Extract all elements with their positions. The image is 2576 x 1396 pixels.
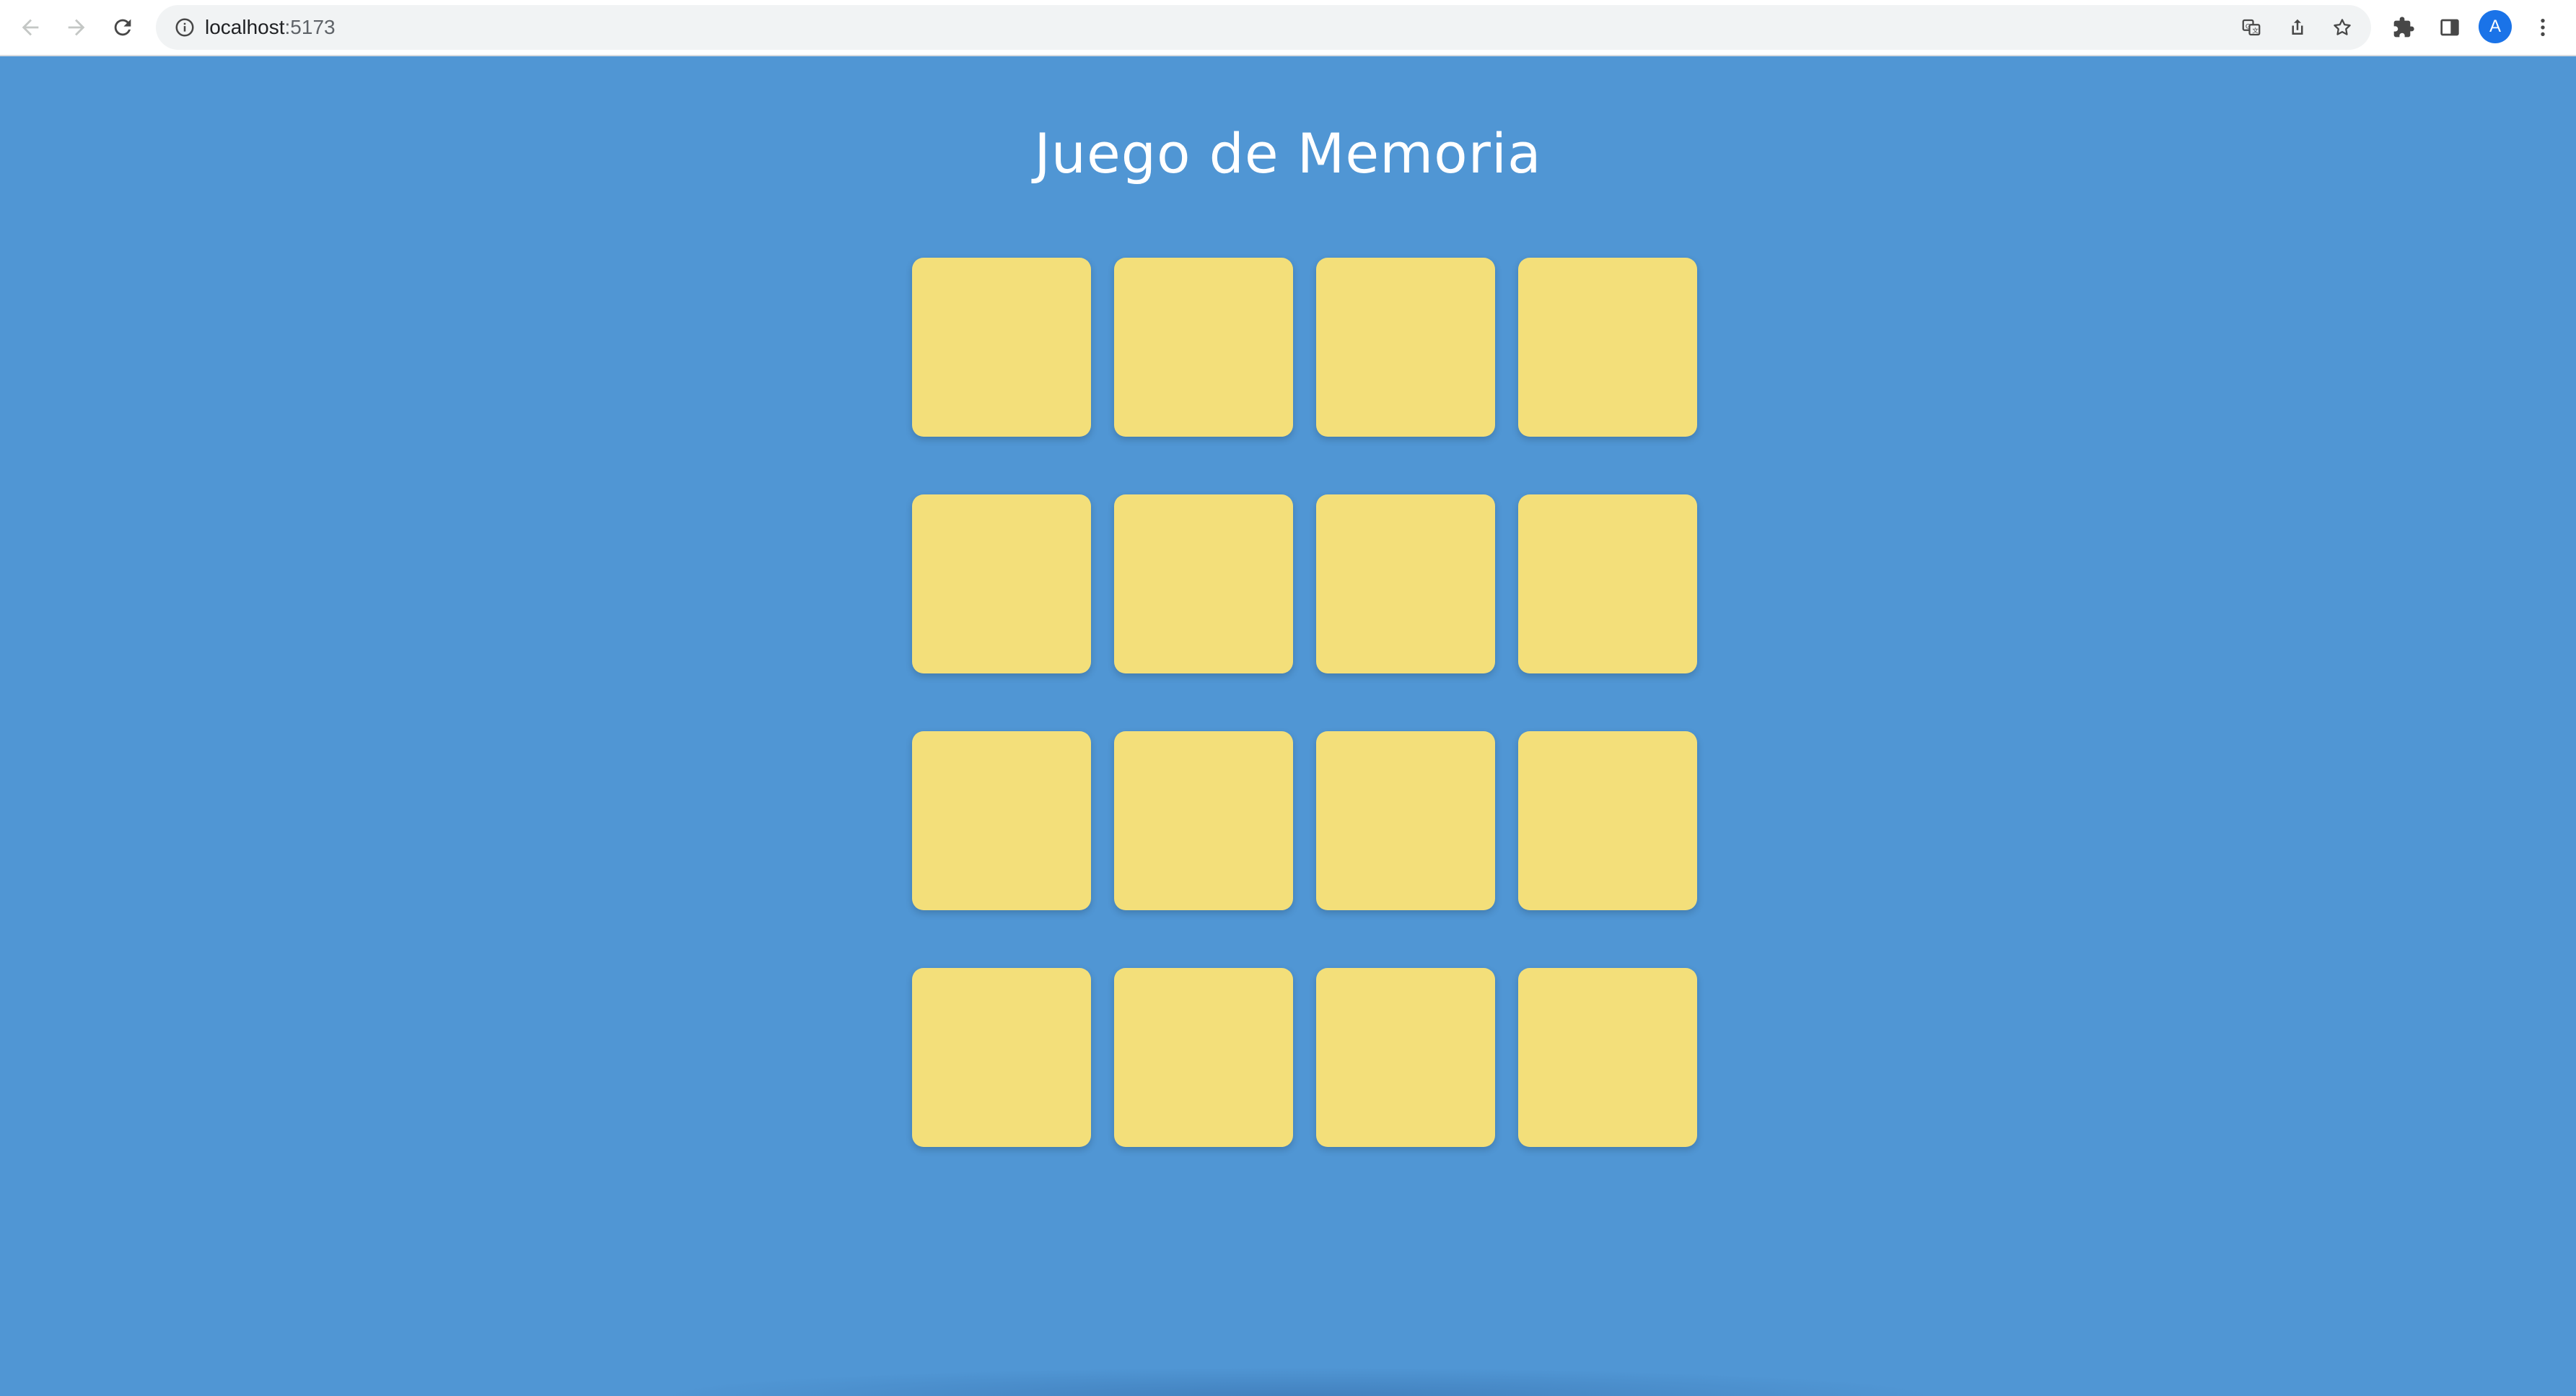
profile-avatar[interactable]: A xyxy=(2479,10,2512,43)
memory-card[interactable] xyxy=(912,731,1091,910)
browser-window: localhost:5173 G文 A Juego de Memoria xyxy=(0,0,2576,1396)
page-content: Juego de Memoria xyxy=(0,56,2576,1396)
page-title: Juego de Memoria xyxy=(1034,121,1542,186)
memory-card[interactable] xyxy=(1316,968,1495,1147)
url-port: :5173 xyxy=(284,16,336,38)
back-arrow-icon xyxy=(22,19,39,36)
memory-card[interactable] xyxy=(1114,968,1293,1147)
side-panel-icon[interactable] xyxy=(2432,10,2467,45)
memory-card[interactable] xyxy=(1114,258,1293,437)
back-button[interactable] xyxy=(13,10,48,45)
memory-card[interactable] xyxy=(1518,731,1697,910)
memory-card[interactable] xyxy=(1316,258,1495,437)
memory-card[interactable] xyxy=(1114,494,1293,673)
memory-card[interactable] xyxy=(1316,731,1495,910)
forward-button[interactable] xyxy=(59,10,94,45)
reload-icon xyxy=(114,19,131,36)
memory-card[interactable] xyxy=(1518,968,1697,1147)
star-icon[interactable] xyxy=(2329,14,2355,40)
bottom-shadow xyxy=(649,1367,1948,1396)
forward-arrow-icon xyxy=(68,19,85,36)
memory-board xyxy=(912,258,1699,1147)
memory-card[interactable] xyxy=(1114,731,1293,910)
url-text[interactable]: localhost:5173 xyxy=(205,5,336,50)
memory-card[interactable] xyxy=(912,494,1091,673)
browser-toolbar: localhost:5173 G文 A xyxy=(0,0,2576,56)
memory-card[interactable] xyxy=(1316,494,1495,673)
puzzle-icon[interactable] xyxy=(2386,10,2421,45)
reload-button[interactable] xyxy=(105,10,140,45)
address-bar[interactable]: localhost:5173 G文 xyxy=(156,5,2371,50)
translate-icon[interactable]: G文 xyxy=(2238,14,2264,40)
share-icon[interactable] xyxy=(2284,14,2310,40)
memory-card[interactable] xyxy=(1518,494,1697,673)
url-host: localhost xyxy=(205,16,285,38)
info-icon[interactable] xyxy=(172,14,198,40)
svg-text:G: G xyxy=(2246,23,2251,30)
memory-card[interactable] xyxy=(912,968,1091,1147)
svg-text:文: 文 xyxy=(2252,27,2259,35)
memory-card[interactable] xyxy=(1518,258,1697,437)
memory-card[interactable] xyxy=(912,258,1091,437)
kebab-menu-icon[interactable] xyxy=(2525,10,2560,45)
